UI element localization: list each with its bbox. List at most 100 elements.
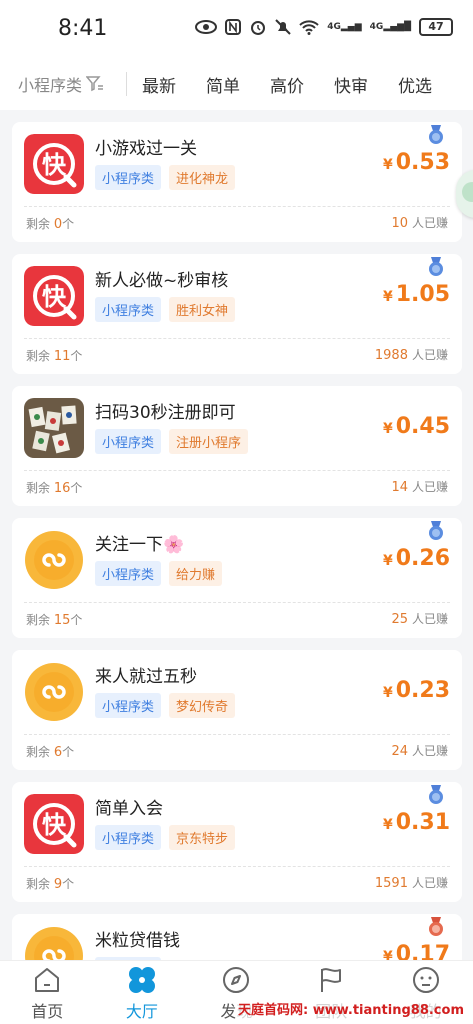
- currency-symbol: ¥: [382, 289, 393, 305]
- task-reward-value: 0.23: [395, 678, 450, 703]
- earned-count: 25 人已赚: [391, 612, 448, 627]
- task-title: 米粒贷借钱: [95, 931, 180, 951]
- blue-medal-icon: [426, 784, 446, 810]
- mahjong-photo-icon: [24, 398, 84, 458]
- task-list: 快小游戏过一关 小程序类 进化神龙 ¥0.53 剩余 0个 10 人已赚快新人必做~秒审核小…: [12, 122, 462, 1024]
- task-publisher-tag: 给力赚: [169, 561, 223, 586]
- task-reward: ¥0.26: [383, 546, 450, 571]
- task-card[interactable]: 快 简单入会小程序类 京东特步 ¥0.31 剩余 9个 1591 人已赚: [12, 782, 462, 902]
- remaining-count: 剩余 11个: [26, 349, 83, 364]
- tab-simple[interactable]: 简单: [191, 72, 255, 97]
- task-category-tag: 小程序类: [95, 297, 162, 322]
- nav-home[interactable]: 首页: [0, 961, 95, 1024]
- task-publisher-tag: 京东特步: [169, 825, 236, 850]
- task-tags: 小程序类 胜利女神: [95, 297, 236, 322]
- blue-medal-icon: [426, 124, 446, 150]
- svg-text:快: 快: [42, 811, 67, 839]
- filter-icon: [86, 76, 104, 92]
- card-divider: [24, 338, 450, 339]
- nav-hall[interactable]: 大厅: [95, 961, 190, 1024]
- task-tags: 小程序类 进化神龙: [95, 165, 236, 190]
- earned-count: 24 人已赚: [391, 744, 448, 759]
- task-category-tag: 小程序类: [95, 561, 162, 586]
- earned-count: 10 人已赚: [391, 216, 448, 231]
- wifi-icon: [299, 20, 319, 35]
- earned-count: 1591 人已赚: [374, 876, 448, 891]
- task-card[interactable]: 快 小游戏过一关 小程序类 进化神龙 ¥0.53 剩余 0个 10 人已赚: [12, 122, 462, 242]
- earned-count: 14 人已赚: [391, 480, 448, 495]
- blue-medal-icon: [426, 520, 446, 546]
- tab-featured[interactable]: 优选: [383, 72, 447, 97]
- task-publisher-tag: 梦幻传奇: [169, 693, 236, 718]
- task-reward: ¥0.53: [383, 150, 450, 175]
- task-tags: 小程序类 注册小程序: [95, 429, 249, 454]
- task-title: 扫码30秒注册即可: [95, 403, 236, 423]
- signal-icon-2: 4G▂▄▆█: [369, 22, 411, 32]
- remaining-count: 剩余 9个: [26, 877, 75, 892]
- currency-symbol: ¥: [382, 421, 393, 437]
- tab-high-price[interactable]: 高价: [255, 72, 319, 97]
- status-bar: 8:41 4G▂▄▆ 4G▂▄▆█ 47: [0, 0, 473, 58]
- watermark: 天庭首码网: www.tianting88.com: [234, 998, 467, 1019]
- task-reward: ¥0.31: [383, 810, 450, 835]
- task-publisher-tag: 注册小程序: [169, 429, 249, 454]
- task-publisher-tag: 进化神龙: [169, 165, 236, 190]
- remaining-count: 剩余 15个: [26, 613, 83, 628]
- task-reward: ¥1.05: [383, 282, 450, 307]
- profile-icon: [412, 967, 439, 993]
- task-reward: ¥0.23: [383, 678, 450, 703]
- task-reward-value: 0.31: [395, 810, 450, 835]
- tab-fast-review[interactable]: 快审: [319, 72, 383, 97]
- mini-program-icon: [24, 662, 84, 722]
- task-title: 关注一下🌸: [95, 535, 185, 555]
- alarm-icon: [251, 21, 266, 35]
- card-divider: [24, 602, 450, 603]
- currency-symbol: ¥: [382, 817, 393, 833]
- filter-bar: 小程序类 最新 简单 高价 快审 优选: [0, 58, 473, 110]
- flag-icon: [321, 968, 342, 992]
- task-reward-value: 0.53: [395, 150, 450, 175]
- kuai-app-icon: 快: [24, 794, 84, 854]
- tab-newest[interactable]: 最新: [127, 72, 191, 97]
- category-filter-label: 小程序类: [18, 76, 83, 95]
- card-divider: [24, 866, 450, 867]
- task-category-tag: 小程序类: [95, 165, 162, 190]
- task-title: 小游戏过一关: [95, 139, 197, 159]
- task-card[interactable]: 扫码30秒注册即可 小程序类 注册小程序 ¥0.45 剩余 16个 14 人已赚: [12, 386, 462, 506]
- task-title: 新人必做~秒审核: [95, 271, 229, 291]
- task-title: 来人就过五秒: [95, 667, 197, 687]
- remaining-count: 剩余 0个: [26, 217, 75, 232]
- nav-hall-label: 大厅: [125, 1002, 158, 1021]
- task-card[interactable]: 来人就过五秒小程序类 梦幻传奇 ¥0.23 剩余 6个 24 人已赚: [12, 650, 462, 770]
- task-category-tag: 小程序类: [95, 693, 162, 718]
- card-divider: [24, 206, 450, 207]
- category-filter[interactable]: 小程序类: [0, 72, 126, 96]
- task-card[interactable]: 快 新人必做~秒审核 小程序类 胜利女神 ¥1.05 剩余 11个 1988 人已赚: [12, 254, 462, 374]
- currency-symbol: ¥: [382, 157, 393, 173]
- task-publisher-tag: 胜利女神: [169, 297, 236, 322]
- nav-home-label: 首页: [31, 1002, 64, 1021]
- mini-program-icon: [24, 530, 84, 590]
- task-tags: 小程序类 给力赚: [95, 561, 223, 586]
- task-category-tag: 小程序类: [95, 825, 162, 850]
- task-card[interactable]: 关注一下🌸 小程序类 给力赚 ¥0.26 剩余 15个 25 人已赚: [12, 518, 462, 638]
- status-icons: 4G▂▄▆ 4G▂▄▆█ 47: [195, 18, 453, 36]
- battery-icon: 47: [419, 18, 453, 36]
- task-reward: ¥0.45: [383, 414, 450, 439]
- task-title: 简单入会: [95, 799, 163, 819]
- task-category-tag: 小程序类: [95, 429, 162, 454]
- card-divider: [24, 470, 450, 471]
- status-time: 8:41: [58, 16, 108, 41]
- currency-symbol: ¥: [382, 685, 393, 701]
- eye-icon: [195, 20, 218, 34]
- task-reward-value: 0.26: [395, 546, 450, 571]
- task-reward-value: 0.45: [395, 414, 450, 439]
- sort-tabs: 最新 简单 高价 快审 优选: [127, 72, 473, 97]
- red-medal-icon: [426, 916, 446, 942]
- remaining-count: 剩余 6个: [26, 745, 75, 760]
- card-divider: [24, 734, 450, 735]
- svg-text:快: 快: [42, 283, 67, 311]
- home-icon: [35, 968, 60, 992]
- task-reward-value: 1.05: [395, 282, 450, 307]
- kuai-app-icon: 快: [24, 266, 84, 326]
